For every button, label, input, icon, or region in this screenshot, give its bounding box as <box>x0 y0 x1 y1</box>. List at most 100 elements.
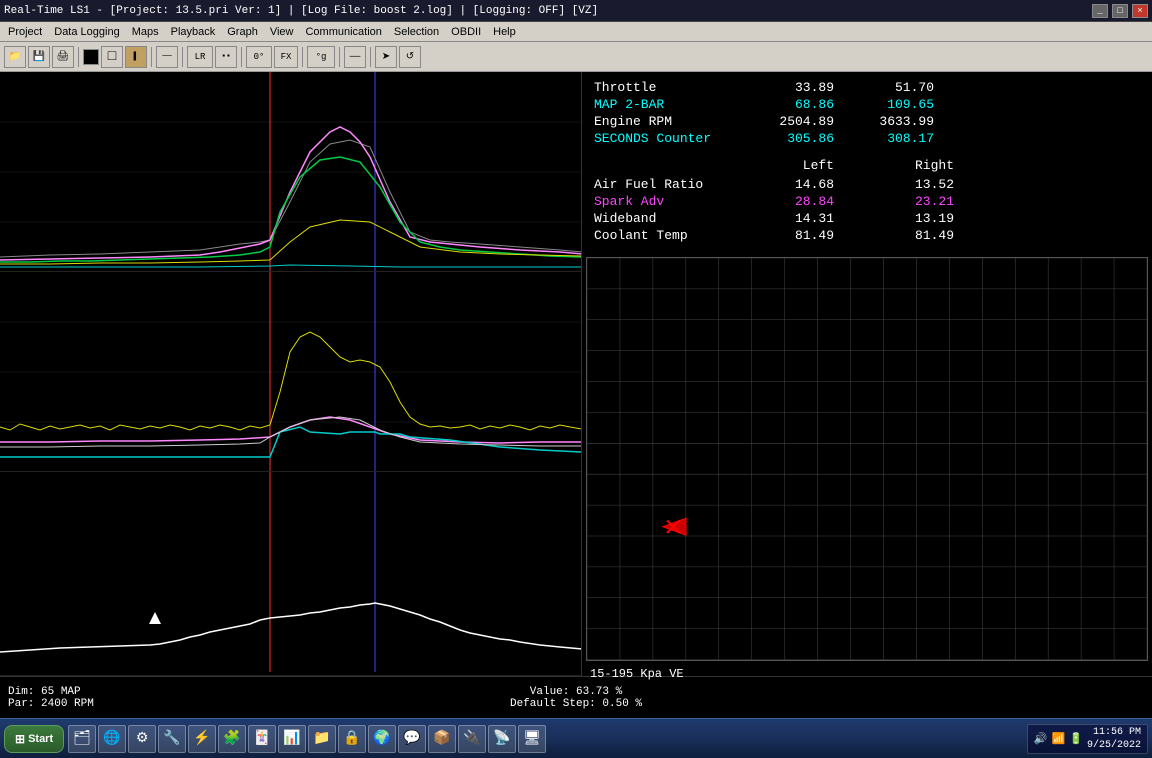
chart3-svg <box>0 472 581 675</box>
tb-black[interactable] <box>83 49 99 65</box>
tb-blocks[interactable]: ▪▪ <box>215 46 237 68</box>
toolbar: 📁 💾 🖨 □ ▌ ── LR ▪▪ 0° FX °g ── ➤ ↺ <box>0 42 1152 72</box>
right-panel: Throttle 33.89 51.70 MAP 2-BAR 68.86 109… <box>582 72 1152 676</box>
left-header: Left <box>754 158 834 173</box>
tb-lr[interactable]: LR <box>187 46 213 68</box>
taskbar-app10[interactable]: 🌍 <box>368 725 396 753</box>
close-button[interactable]: × <box>1132 4 1148 18</box>
tb-deg-g[interactable]: °g <box>307 46 335 68</box>
menu-view[interactable]: View <box>264 25 300 39</box>
afr-left: 14.68 <box>754 177 834 192</box>
clock: 11:56 PM 9/25/2022 <box>1087 726 1141 752</box>
taskbar-app7[interactable]: 📊 <box>278 725 306 753</box>
menu-datalogging[interactable]: Data Logging <box>48 25 125 39</box>
throttle-val1: 33.89 <box>754 80 834 95</box>
tb-0deg[interactable]: 0° <box>246 46 272 68</box>
tb-line[interactable]: ── <box>344 46 366 68</box>
data-readout: Throttle 33.89 51.70 MAP 2-BAR 68.86 109… <box>582 72 1152 253</box>
tray-icon1: 🔊 <box>1034 732 1048 746</box>
map-val2: 109.65 <box>854 97 934 112</box>
dim-val: 65 MAP <box>41 686 81 698</box>
tb-sep5 <box>302 47 303 67</box>
main-content: Throttle 33.89 51.70 MAP 2-BAR 68.86 109… <box>0 72 1152 676</box>
wideband-row: Wideband 14.31 13.19 <box>594 211 1140 226</box>
tb-dash[interactable]: ── <box>156 46 178 68</box>
ve-map-grid: Grid generation in JS below <box>587 258 1147 660</box>
taskbar-puzzle[interactable]: 🧩 <box>218 725 246 753</box>
taskbar-app12[interactable]: 📦 <box>428 725 456 753</box>
taskbar-app8[interactable]: 📁 <box>308 725 336 753</box>
taskbar-wrench[interactable]: 🔧 <box>158 725 186 753</box>
tb-sep7 <box>370 47 371 67</box>
spark-right: 23.21 <box>874 194 954 209</box>
taskbar-app9[interactable]: 🔒 <box>338 725 366 753</box>
tb-refresh[interactable]: ↺ <box>399 46 421 68</box>
title-bar: Real-Time LS1 - [Project: 13.5.pri Ver: … <box>0 0 1152 22</box>
chart3[interactable] <box>0 472 581 676</box>
afr-row: Air Fuel Ratio 14.68 13.52 <box>594 177 1140 192</box>
system-tray: 🔊 📶 🔋 11:56 PM 9/25/2022 <box>1027 724 1148 754</box>
value-status: Value: 63.73 % <box>530 686 622 698</box>
tb-cursor[interactable]: ▌ <box>125 46 147 68</box>
par-status: Par: 2400 RPM <box>8 698 208 710</box>
rpm-val2: 3633.99 <box>854 114 934 129</box>
dim-status: Dim: 65 MAP <box>8 686 208 698</box>
maximize-button[interactable]: □ <box>1112 4 1128 18</box>
spark-left: 28.84 <box>754 194 834 209</box>
chart2[interactable] <box>0 272 581 472</box>
chart2-svg <box>0 272 581 471</box>
coolant-left: 81.49 <box>754 228 834 243</box>
rpm-val1: 2504.89 <box>754 114 834 129</box>
taskbar-settings[interactable]: ⚙ <box>128 725 156 753</box>
menu-help[interactable]: Help <box>487 25 522 39</box>
status-left: Dim: 65 MAP Par: 2400 RPM <box>8 686 208 710</box>
taskbar-ie[interactable]: 🌐 <box>98 725 126 753</box>
menu-obdii[interactable]: OBDII <box>445 25 487 39</box>
rpm-label: Engine RPM <box>594 114 754 129</box>
map-val1: 68.86 <box>754 97 834 112</box>
menu-project[interactable]: Project <box>2 25 48 39</box>
ve-map[interactable]: Grid generation in JS below <box>586 257 1148 661</box>
taskbar-app14[interactable]: 📡 <box>488 725 516 753</box>
ve-map-title-bar: 15-195 Kpa VE <box>582 665 1152 683</box>
right-header: Right <box>874 158 954 173</box>
tb-sep3 <box>182 47 183 67</box>
status-center: Value: 63.73 % Default Step: 0.50 % <box>208 686 944 710</box>
tb-arrow[interactable]: ➤ <box>375 46 397 68</box>
menu-graph[interactable]: Graph <box>221 25 264 39</box>
spark-row: Spark Adv 28.84 23.21 <box>594 194 1140 209</box>
chart1[interactable] <box>0 72 581 272</box>
tb-save[interactable]: 💾 <box>28 46 50 68</box>
start-button[interactable]: ⊞ Start <box>4 725 64 753</box>
par-label: Par: <box>8 698 34 710</box>
taskbar: ⊞ Start 🗂 🌐 ⚙ 🔧 ⚡ 🧩 🃏 📊 📁 🔒 🌍 💬 📦 🔌 📡 🖥 … <box>0 718 1152 758</box>
taskbar-lightning[interactable]: ⚡ <box>188 725 216 753</box>
lr-header: Left Right <box>594 158 1140 173</box>
value-label: Value: <box>530 686 570 698</box>
left-panel <box>0 72 582 676</box>
menu-selection[interactable]: Selection <box>388 25 445 39</box>
taskbar-app15[interactable]: 🖥 <box>518 725 546 753</box>
menu-communication[interactable]: Communication <box>299 25 387 39</box>
tb-open[interactable]: 📁 <box>4 46 26 68</box>
taskbar-app11[interactable]: 💬 <box>398 725 426 753</box>
tb-fx[interactable]: FX <box>274 46 298 68</box>
taskbar-explorer[interactable]: 🗂 <box>68 725 96 753</box>
menu-playback[interactable]: Playback <box>165 25 222 39</box>
minimize-button[interactable]: _ <box>1092 4 1108 18</box>
dim-label: Dim: <box>8 686 34 698</box>
tb-print[interactable]: 🖨 <box>52 46 74 68</box>
ve-map-title: 15-195 Kpa VE <box>590 667 684 681</box>
par-val: 2400 RPM <box>41 698 94 710</box>
taskbar-app13[interactable]: 🔌 <box>458 725 486 753</box>
wideband-left: 14.31 <box>754 211 834 226</box>
throttle-row: Throttle 33.89 51.70 <box>594 80 1140 95</box>
seconds-label: SECONDS Counter <box>594 131 754 146</box>
menu-maps[interactable]: Maps <box>126 25 165 39</box>
menu-bar: Project Data Logging Maps Playback Graph… <box>0 22 1152 42</box>
throttle-val2: 51.70 <box>854 80 934 95</box>
taskbar-card[interactable]: 🃏 <box>248 725 276 753</box>
tb-sep2 <box>151 47 152 67</box>
tb-square[interactable]: □ <box>101 46 123 68</box>
tray-icon3: 🔋 <box>1069 732 1083 746</box>
